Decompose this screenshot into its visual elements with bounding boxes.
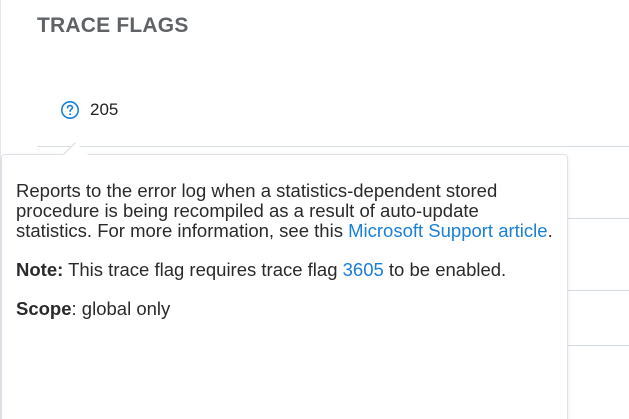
microsoft-support-link[interactable]: Microsoft Support article [348, 220, 547, 241]
scope-label: Scope [16, 298, 72, 319]
tooltip-note: Note: This trace flag requires trace fla… [16, 260, 553, 280]
tooltip-arrow-fill [64, 143, 88, 155]
note-end: to be enabled. [383, 259, 507, 280]
tooltip-description: Reports to the error log when a statisti… [16, 181, 553, 241]
trace-flag-tooltip: Reports to the error log when a statisti… [1, 143, 568, 419]
note-label: Note: [16, 259, 64, 280]
trace-flag-row: 205 [60, 96, 118, 124]
row-divider [37, 146, 629, 147]
trace-flag-number: 205 [90, 100, 119, 119]
question-circle-icon[interactable] [60, 100, 80, 120]
scope-text: : global only [71, 298, 171, 319]
section-title: TRACE FLAGS [37, 14, 189, 37]
trace-flags-panel: TRACE FLAGS 205 Reports to the error log… [0, 0, 629, 419]
trace-flag-3605-link[interactable]: 3605 [343, 259, 384, 280]
note-text: This trace flag requires trace flag [63, 259, 343, 280]
tooltip-scope: Scope: global only [16, 299, 553, 319]
description-end: . [547, 220, 553, 241]
